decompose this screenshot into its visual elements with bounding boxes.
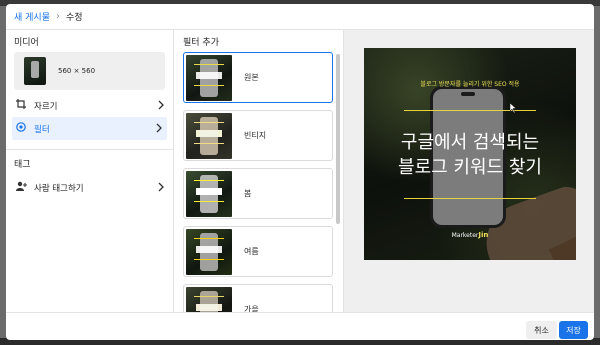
preview-brand: MarketerJin [364, 231, 576, 239]
breadcrumb-chevron-icon: › [55, 11, 60, 22]
filter-name: 원본 [244, 73, 259, 82]
filter-option-autumn[interactable]: 가을 [183, 284, 333, 312]
preview-title-line1: 구글에서 검색되는 [400, 132, 540, 153]
menu-item-tag-people[interactable]: 사람 태그하기 [6, 176, 173, 199]
cancel-button[interactable]: 취소 [526, 321, 557, 339]
filter-name: 봄 [244, 189, 252, 198]
menu-item-crop-label: 자르기 [34, 101, 58, 112]
tags-section-title: 태그 [14, 159, 31, 170]
breadcrumb-new-post-link[interactable]: 새 게시물 [14, 10, 50, 23]
filter-option-vintage[interactable]: 빈티지 [183, 110, 333, 161]
media-card[interactable]: 560 × 560 [14, 52, 165, 90]
person-add-icon [16, 181, 30, 194]
preview-subtitle: 블로그 방문자를 늘리기 위한 SEO 적용 [420, 81, 520, 88]
filter-thumbnail [186, 54, 232, 101]
filter-name: 여름 [244, 247, 259, 256]
crop-icon [16, 99, 30, 112]
filter-thumbnail [186, 170, 232, 217]
media-thumbnail [24, 57, 46, 85]
filter-scrollbar[interactable] [336, 52, 340, 312]
chevron-right-icon [158, 100, 164, 110]
filter-panel: 필터 추가 원본 빈티지 봄 여름 가을 [174, 30, 344, 312]
scrollbar-thumb[interactable] [336, 54, 340, 224]
filter-thumbnail [186, 286, 232, 312]
chevron-right-icon [156, 123, 162, 133]
menu-item-filter-label: 필터 [34, 124, 50, 135]
preview-brand-name: Jin [478, 231, 489, 239]
filter-name: 가을 [244, 305, 259, 312]
filter-panel-title: 필터 추가 [183, 37, 219, 48]
filter-thumbnail [186, 112, 232, 159]
filter-option-summer[interactable]: 여름 [183, 226, 333, 277]
preview-brand-prefix: Marketer [451, 232, 479, 239]
left-panel: 미디어 560 × 560 자르기 필터 태그 사람 태그하기 [6, 30, 174, 312]
save-button[interactable]: 저장 [559, 321, 588, 339]
menu-item-filter[interactable]: 필터 [12, 117, 167, 140]
edit-post-dialog: 새 게시물 › 수정 미디어 560 × 560 자르기 필터 태그 사람 태그… [6, 4, 594, 340]
dialog-header: 새 게시물 › 수정 [6, 4, 594, 30]
menu-item-crop[interactable]: 자르기 [6, 94, 173, 117]
chevron-right-icon [158, 182, 164, 192]
media-section-title: 미디어 [14, 37, 39, 48]
filter-name: 빈티지 [244, 131, 267, 140]
filter-option-spring[interactable]: 봄 [183, 168, 333, 219]
preview-title-line2: 블로그 키워드 찾기 [398, 157, 542, 178]
preview-image: 블로그 방문자를 늘리기 위한 SEO 적용 구글에서 검색되는 블로그 키워드… [364, 48, 576, 260]
filter-thumbnail [186, 228, 232, 275]
mouse-cursor-icon [510, 103, 517, 113]
dialog-footer: 취소 저장 [6, 312, 594, 340]
section-divider [6, 149, 173, 150]
menu-item-tag-people-label: 사람 태그하기 [34, 183, 84, 194]
breadcrumb-current: 수정 [65, 13, 83, 23]
preview-area: 블로그 방문자를 늘리기 위한 SEO 적용 구글에서 검색되는 블로그 키워드… [344, 30, 594, 312]
filter-icon [16, 122, 30, 135]
preview-bottom-line [404, 198, 536, 199]
filter-list: 원본 빈티지 봄 여름 가을 [183, 52, 333, 312]
filter-option-original[interactable]: 원본 [183, 52, 333, 103]
media-dimensions: 560 × 560 [58, 67, 96, 75]
